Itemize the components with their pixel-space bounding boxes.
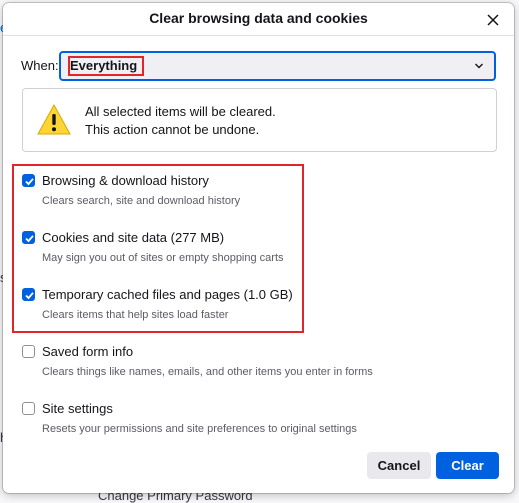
option-description: Clears things like names, emails, and ot…: [42, 366, 373, 378]
warning-text-line1: All selected items will be cleared.: [85, 104, 276, 119]
form-info-checkbox[interactable]: [22, 345, 35, 358]
warning-icon: [37, 103, 71, 135]
when-label: When:: [21, 58, 59, 73]
warning-text-line2: This action cannot be undone.: [85, 122, 260, 137]
option-label[interactable]: Saved form info: [42, 344, 133, 359]
warning-box: All selected items will be cleared. This…: [22, 88, 497, 152]
clear-data-dialog: Clear browsing data and cookies When: Ev…: [3, 3, 514, 493]
when-dropdown[interactable]: Everything: [59, 51, 496, 81]
option-description: May sign you out of sites or empty shopp…: [42, 252, 284, 264]
checkmark-icon: [25, 178, 34, 186]
checkmark-icon: [25, 235, 34, 243]
browsing-history-checkbox[interactable]: [22, 174, 35, 187]
option-label[interactable]: Temporary cached files and pages (1.0 GB…: [42, 287, 293, 302]
option-label[interactable]: Site settings: [42, 401, 113, 416]
selected-options-highlight: [12, 164, 304, 333]
clear-button[interactable]: Clear: [436, 452, 499, 479]
close-button[interactable]: [482, 9, 504, 31]
option-label[interactable]: Cookies and site data (277 MB): [42, 230, 224, 245]
when-selected-value: Everything: [70, 58, 138, 73]
chevron-down-icon: [475, 63, 483, 69]
option-description: Clears items that help sites load faster: [42, 309, 229, 321]
option-label[interactable]: Browsing & download history: [42, 173, 209, 188]
option-description: Clears search, site and download history: [42, 195, 241, 207]
close-icon: [487, 14, 499, 26]
cookies-checkbox[interactable]: [22, 231, 35, 244]
option-description: Resets your permissions and site prefere…: [42, 423, 357, 435]
cache-checkbox[interactable]: [22, 288, 35, 301]
checkmark-icon: [25, 292, 34, 300]
dialog-title: Clear browsing data and cookies: [3, 3, 514, 36]
when-row: When: Everything: [21, 51, 501, 81]
site-settings-checkbox[interactable]: [22, 402, 35, 415]
cancel-button[interactable]: Cancel: [367, 452, 431, 479]
